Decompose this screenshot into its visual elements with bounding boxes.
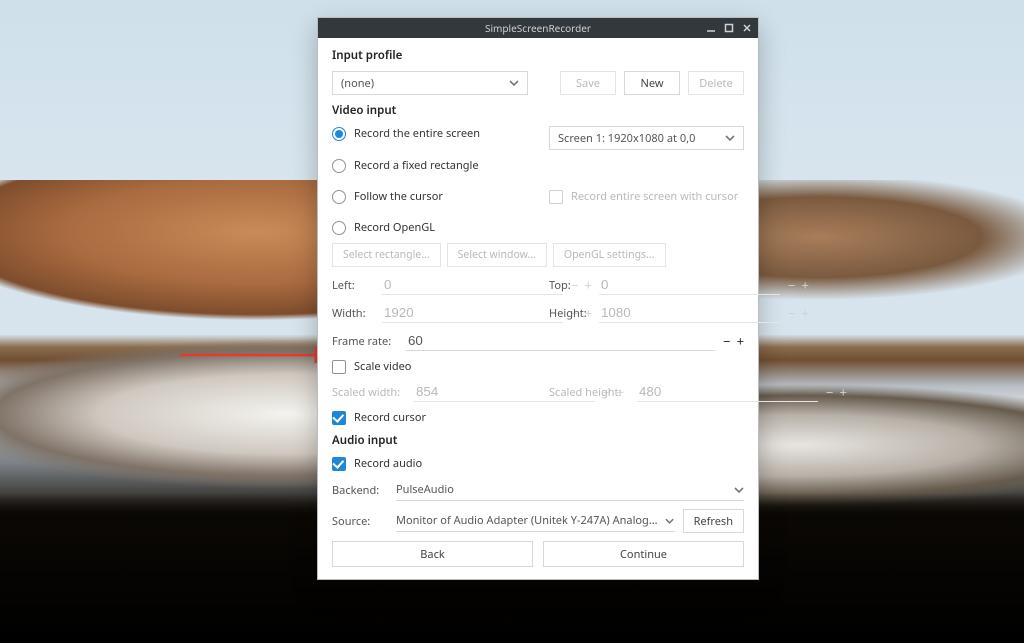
label-follow-cursor: Follow the cursor: [354, 189, 443, 204]
input-profile-value: (none): [341, 76, 374, 91]
chevron-down-icon: [509, 78, 519, 88]
video-input-heading: Video input: [332, 103, 744, 118]
radio-record-fixed-rectangle[interactable]: [332, 159, 346, 173]
checkbox-entire-with-cursor[interactable]: [549, 190, 563, 204]
chevron-down-icon: [665, 516, 674, 526]
width-input[interactable]: [382, 303, 563, 323]
label-scale-video: Scale video: [354, 359, 411, 374]
close-button[interactable]: [740, 21, 754, 35]
label-entire-with-cursor: Record entire screen with cursor: [571, 189, 738, 204]
plus-icon: +: [737, 334, 744, 348]
source-dropdown[interactable]: Monitor of Audio Adapter (Unitek Y-247A)…: [396, 510, 675, 532]
desktop-background: SimpleScreenRecorder Input profile (none…: [0, 0, 1024, 643]
minus-icon: −: [788, 278, 795, 292]
top-input[interactable]: [599, 275, 780, 295]
chevron-down-icon: [734, 485, 744, 495]
label-record-entire-screen: Record the entire screen: [354, 126, 480, 141]
checkbox-record-audio[interactable]: [332, 457, 346, 471]
top-label: Top:: [549, 278, 591, 293]
label-record-cursor: Record cursor: [354, 410, 426, 425]
checkbox-record-cursor[interactable]: [332, 411, 346, 425]
label-record-opengl: Record OpenGL: [354, 220, 435, 235]
label-record-audio: Record audio: [354, 456, 422, 471]
height-label: Height:: [549, 306, 591, 321]
backend-dropdown[interactable]: PulseAudio: [396, 479, 744, 501]
refresh-button[interactable]: Refresh: [683, 509, 744, 533]
audio-input-heading: Audio input: [332, 433, 744, 448]
radio-follow-cursor[interactable]: [332, 190, 346, 204]
frame-rate-label: Frame rate:: [332, 334, 398, 349]
profile-new-button[interactable]: New: [624, 71, 680, 95]
screen-select-dropdown[interactable]: Screen 1: 1920x1080 at 0,0: [549, 126, 744, 150]
radio-record-opengl[interactable]: [332, 221, 346, 235]
label-record-fixed-rectangle: Record a fixed rectangle: [354, 158, 479, 173]
scaled-height-input[interactable]: [637, 382, 818, 402]
app-window: SimpleScreenRecorder Input profile (none…: [317, 17, 759, 580]
scaled-width-label: Scaled width:: [332, 385, 406, 400]
select-window-button[interactable]: Select window...: [447, 243, 547, 267]
backend-value: PulseAudio: [396, 482, 454, 497]
minus-icon: −: [826, 385, 833, 399]
width-label: Width:: [332, 306, 374, 321]
height-stepper[interactable]: −+: [788, 306, 809, 320]
opengl-settings-button[interactable]: OpenGL settings...: [553, 243, 666, 267]
input-profile-heading: Input profile: [332, 48, 744, 63]
source-value: Monitor of Audio Adapter (Unitek Y-247A)…: [396, 513, 659, 528]
select-rectangle-button[interactable]: Select rectangle...: [332, 243, 441, 267]
chevron-down-icon: [725, 133, 735, 143]
left-label: Left:: [332, 278, 374, 293]
input-profile-dropdown[interactable]: (none): [332, 71, 528, 95]
back-button[interactable]: Back: [332, 541, 533, 567]
titlebar[interactable]: SimpleScreenRecorder: [318, 18, 758, 38]
profile-save-button[interactable]: Save: [560, 71, 616, 95]
minus-icon: −: [723, 334, 730, 348]
minus-icon: −: [788, 306, 795, 320]
checkbox-scale-video[interactable]: [332, 360, 346, 374]
radio-record-entire-screen[interactable]: [332, 127, 346, 141]
continue-button[interactable]: Continue: [543, 541, 744, 567]
top-stepper[interactable]: −+: [788, 278, 809, 292]
frame-rate-stepper[interactable]: −+: [723, 334, 744, 348]
plus-icon: +: [801, 306, 808, 320]
source-label: Source:: [332, 514, 388, 529]
scaled-height-label: Scaled height:: [549, 385, 629, 400]
profile-delete-button[interactable]: Delete: [688, 71, 744, 95]
window-title: SimpleScreenRecorder: [485, 21, 591, 35]
plus-icon: +: [839, 385, 846, 399]
scaled-height-stepper[interactable]: −+: [826, 385, 847, 399]
maximize-button[interactable]: [722, 21, 736, 35]
height-input[interactable]: [599, 303, 780, 323]
minimize-button[interactable]: [704, 21, 718, 35]
left-input[interactable]: [382, 275, 563, 295]
screen-select-value: Screen 1: 1920x1080 at 0,0: [558, 131, 695, 146]
frame-rate-input[interactable]: [406, 331, 715, 351]
plus-icon: +: [801, 278, 808, 292]
backend-label: Backend:: [332, 483, 388, 498]
